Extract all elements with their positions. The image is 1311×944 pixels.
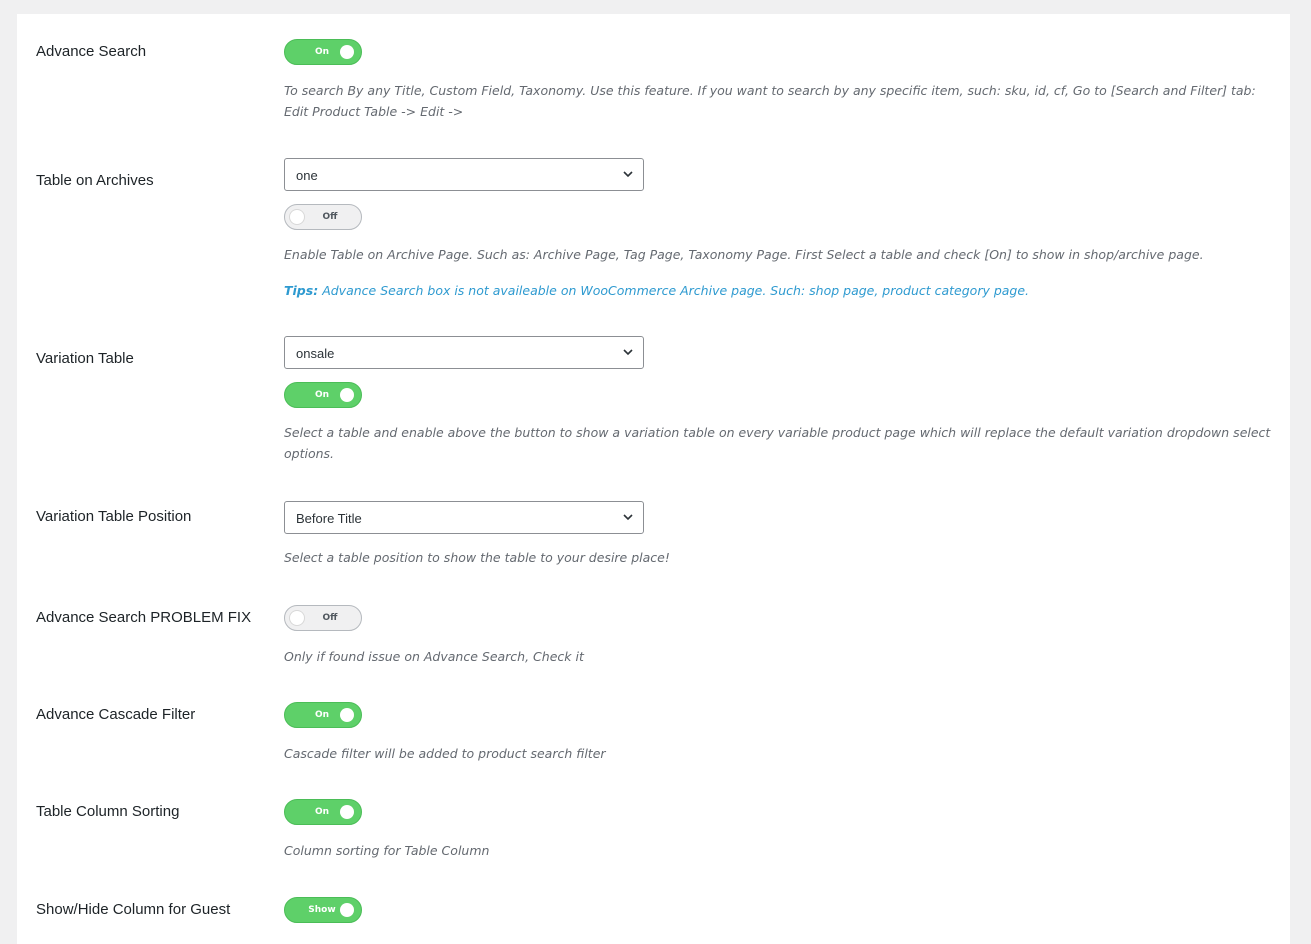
tips-label: Tips: — [284, 283, 319, 298]
setting-description: Only if found issue on Advance Search, C… — [284, 649, 584, 664]
column-sorting-toggle[interactable]: On — [284, 799, 362, 825]
toggle-knob — [340, 388, 354, 402]
advance-search-fix-toggle[interactable]: Off — [284, 605, 362, 631]
settings-panel: Advance Search On To search By any Title… — [17, 14, 1290, 944]
setting-label: Table Column Sorting — [36, 803, 180, 820]
toggle-state-label: Off — [322, 212, 338, 222]
setting-description: Column sorting for Table Column — [284, 843, 490, 858]
archive-table-toggle[interactable]: Off — [284, 204, 362, 230]
advance-search-toggle[interactable]: On — [284, 39, 362, 65]
toggle-state-label: Off — [322, 613, 338, 623]
setting-label: Advance Cascade Filter — [36, 706, 196, 723]
tips-note: Tips: Advance Search box is not availeab… — [284, 280, 1274, 301]
setting-label: Variation Table — [36, 350, 134, 367]
setting-description: Select a table and enable above the butt… — [284, 425, 1271, 461]
variation-table-select[interactable]: onsale — [284, 336, 644, 369]
cascade-filter-toggle[interactable]: On — [284, 702, 362, 728]
setting-label: Advance Search — [36, 43, 147, 60]
tips-text: Advance Search box is not availeable on … — [322, 283, 1030, 298]
variation-table-toggle[interactable]: On — [284, 382, 362, 408]
select-value: Before Title — [296, 511, 362, 526]
toggle-knob — [340, 45, 354, 59]
toggle-knob — [340, 903, 354, 917]
setting-description: To search By any Title, Custom Field, Ta… — [284, 83, 1256, 119]
setting-description: Select a table position to show the tabl… — [284, 550, 670, 565]
select-value: one — [296, 168, 318, 183]
select-value: onsale — [296, 346, 335, 361]
setting-description: Cascade filter will be added to product … — [284, 746, 606, 761]
archive-table-select[interactable]: one — [284, 158, 644, 191]
setting-label: Show/Hide Column for Guest — [36, 901, 231, 918]
chevron-down-icon — [623, 514, 633, 521]
chevron-down-icon — [623, 171, 633, 178]
guest-column-toggle[interactable]: Show — [284, 897, 362, 923]
toggle-knob — [340, 805, 354, 819]
setting-label: Table on Archives — [36, 172, 154, 189]
setting-label: Advance Search PROBLEM FIX — [36, 609, 252, 626]
setting-description: Enable Table on Archive Page. Such as: A… — [284, 247, 1204, 262]
setting-label: Variation Table Position — [36, 508, 192, 525]
chevron-down-icon — [623, 349, 633, 356]
variation-position-select[interactable]: Before Title — [284, 501, 644, 534]
toggle-knob — [340, 708, 354, 722]
